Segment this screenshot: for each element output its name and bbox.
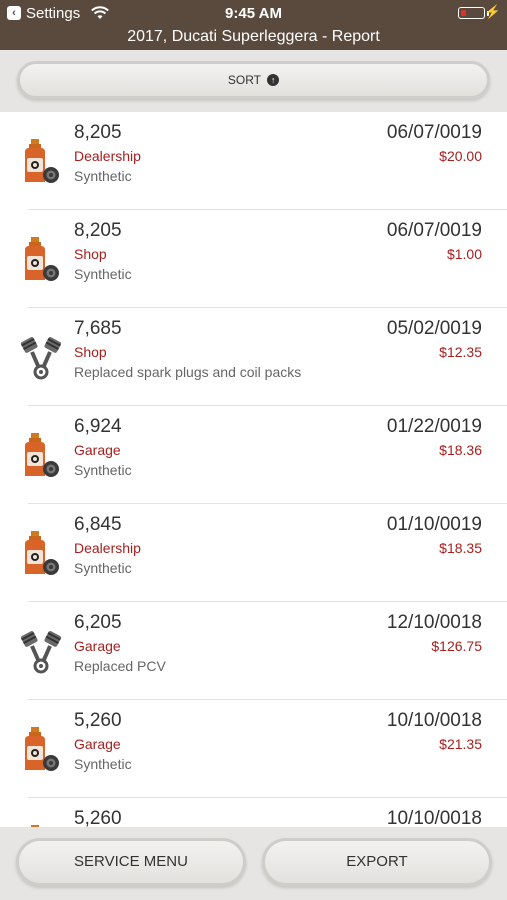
service-note: Replaced spark plugs and coil packs <box>74 364 302 380</box>
header: ‹ Settings 9:45 AM ⚡ 2017, Ducati Superl… <box>0 0 507 50</box>
oil-bottle-icon <box>20 432 62 480</box>
service-date: 06/07/0019 <box>386 220 482 241</box>
page-title: 2017, Ducati Superleggera - Report <box>127 28 380 45</box>
oil-bottle-icon <box>20 726 62 774</box>
service-cost: $20.00 <box>439 148 482 164</box>
sort-bar: SORT ↑ <box>0 50 507 112</box>
service-note: Synthetic <box>74 462 132 478</box>
oil-bottle-icon <box>20 138 62 186</box>
oil-bottle-icon <box>20 530 62 578</box>
list-item[interactable]: 7,685 Shop Replaced spark plugs and coil p… <box>0 308 507 406</box>
list-item[interactable]: 6,205 Garage Replaced PCV 12/10/0018 $126.75 <box>0 602 507 700</box>
list-item[interactable]: 5,260 Garage Synthetic 10/10/0018 $21.35 <box>0 700 507 798</box>
export-button[interactable]: EXPORT <box>262 838 492 886</box>
service-location: Garage <box>74 442 121 458</box>
charging-bolt-icon: ⚡ <box>484 4 501 19</box>
arrow-up-circle-icon: ↑ <box>267 73 280 86</box>
battery-icon <box>458 7 485 19</box>
service-location: Garage <box>74 736 121 752</box>
service-note: Synthetic <box>74 560 132 576</box>
service-note: Synthetic <box>74 266 132 282</box>
service-date: 01/10/0019 <box>386 514 482 535</box>
pistons-icon <box>20 334 62 382</box>
service-record-list[interactable]: 8,205 Dealership Synthetic 06/07/0019 $20.00… <box>0 112 507 827</box>
mileage: 5,260 <box>74 808 122 827</box>
service-location: Dealership <box>74 148 141 164</box>
service-cost: $18.35 <box>439 540 482 556</box>
mileage: 6,845 <box>74 514 122 535</box>
service-cost: $21.35 <box>439 736 482 752</box>
service-date: 10/10/0018 <box>386 808 482 827</box>
service-menu-button[interactable]: SERVICE MENU <box>16 838 246 886</box>
export-label: EXPORT <box>346 853 408 870</box>
service-cost: $12.35 <box>439 344 482 360</box>
service-location: Dealership <box>74 540 141 556</box>
mileage: 6,924 <box>74 416 122 437</box>
clock: 9:45 AM <box>225 5 282 22</box>
service-location: Garage <box>74 638 121 654</box>
service-note: Replaced PCV <box>74 658 166 674</box>
sort-button[interactable]: SORT ↑ <box>17 61 490 99</box>
service-date: 05/02/0019 <box>386 318 482 339</box>
mileage: 8,205 <box>74 122 122 143</box>
service-menu-label: SERVICE MENU <box>74 853 188 870</box>
service-date: 01/22/0019 <box>386 416 482 437</box>
bottom-toolbar: SERVICE MENU EXPORT <box>0 827 507 900</box>
mileage: 6,205 <box>74 612 122 633</box>
list-item[interactable]: 6,924 Garage Synthetic 01/22/0019 $18.36 <box>0 406 507 504</box>
oil-bottle-icon <box>20 236 62 284</box>
service-date: 10/10/0018 <box>386 710 482 731</box>
mileage: 8,205 <box>74 220 122 241</box>
list-item[interactable]: 6,845 Dealership Synthetic 01/10/0019 $18.35 <box>0 504 507 602</box>
mileage: 5,260 <box>74 710 122 731</box>
service-cost: $126.75 <box>431 638 482 654</box>
list-item[interactable]: 8,205 Shop Synthetic 06/07/0019 $1.00 <box>0 210 507 308</box>
list-item[interactable]: 5,260 10/10/0018 <box>0 798 507 827</box>
service-location: Shop <box>74 246 107 262</box>
service-location: Shop <box>74 344 107 360</box>
service-cost: $1.00 <box>446 246 482 262</box>
service-cost: $18.36 <box>439 442 482 458</box>
service-date: 12/10/0018 <box>386 612 482 633</box>
mileage: 7,685 <box>74 318 122 339</box>
service-date: 06/07/0019 <box>386 122 482 143</box>
status-bar: ‹ Settings 9:45 AM ⚡ <box>0 0 507 26</box>
sort-label: SORT <box>227 73 261 87</box>
list-item[interactable]: 8,205 Dealership Synthetic 06/07/0019 $20.00 <box>0 112 507 210</box>
pistons-icon <box>20 628 62 676</box>
service-note: Synthetic <box>74 756 132 772</box>
service-note: Synthetic <box>74 168 132 184</box>
